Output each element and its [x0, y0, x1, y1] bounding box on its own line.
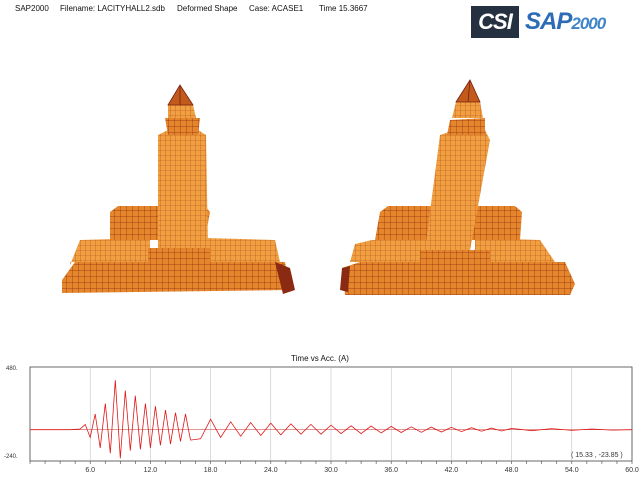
y-tick-min: -240.	[4, 454, 18, 460]
chart-title: Time vs Acc. (A)	[291, 354, 349, 363]
x-tick-label: 30.0	[324, 467, 338, 474]
building-model-right	[340, 79, 575, 295]
chart-x-ticks	[29, 461, 633, 464]
y-tick-max: 480.	[6, 366, 18, 372]
x-tick-label: 24.0	[263, 467, 278, 474]
x-tick-label: 54.0	[564, 467, 579, 474]
x-tick-label: 48.0	[504, 467, 519, 474]
x-tick-label: 60.0	[625, 467, 639, 474]
time-history-chart	[29, 366, 633, 464]
building-model-left	[62, 84, 295, 294]
viewport[interactable]	[0, 0, 640, 480]
x-tick-label: 42.0	[444, 467, 459, 474]
x-tick-label: 18.0	[203, 467, 218, 474]
x-tick-label: 36.0	[384, 467, 398, 474]
x-tick-label: 6.0	[85, 467, 96, 474]
cursor-readout: ( 15.33 , -23.85 )	[571, 452, 623, 459]
x-tick-label: 12.0	[143, 467, 158, 474]
